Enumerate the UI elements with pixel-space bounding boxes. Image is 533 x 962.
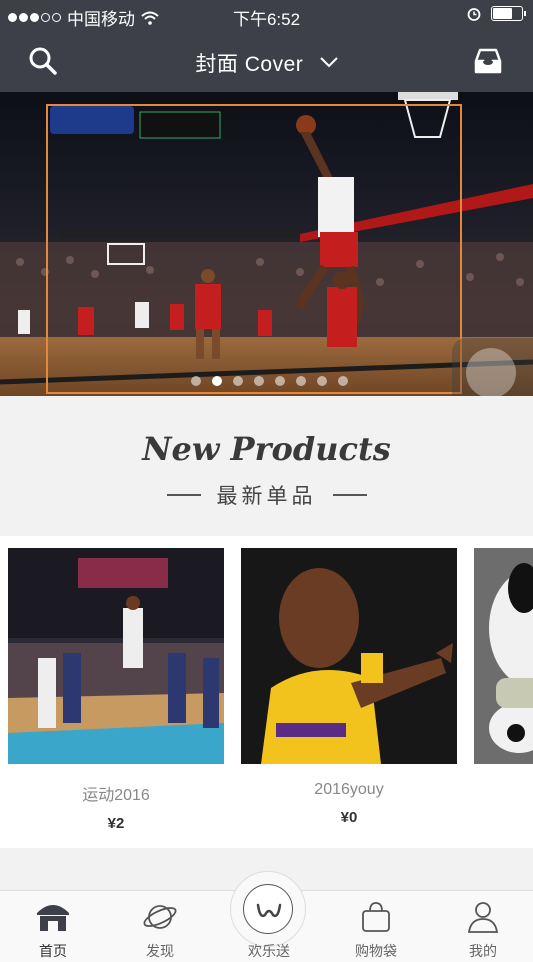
tab-label: 发现 [146,943,174,959]
divider-left [166,494,201,496]
product-price: ¥0 [340,809,358,826]
tab-bar: 首页 发现 欢乐送 购物袋 我的 [0,871,533,962]
product-card[interactable]: 2016youy ¥0 [241,548,457,826]
tab-label: 欢乐送 [248,943,290,959]
pager-dot[interactable] [296,376,306,386]
product-name: 汽车 [474,781,533,805]
product-card[interactable]: 汽车 [474,548,533,815]
alarm-icon [467,7,481,21]
product-card[interactable]: 运动2016 ¥2 [8,548,224,832]
pager-dot[interactable] [338,376,348,386]
pager-dot[interactable] [275,376,285,386]
inbox-icon[interactable] [473,46,503,76]
product-image [8,548,224,764]
tab-home[interactable]: 首页 [8,891,98,962]
section-subtitle: 最新单品 [216,485,317,508]
home-icon [37,905,69,931]
nav-title: 封面 Cover [195,53,304,76]
tab-huanlesong[interactable]: 欢乐送 [224,891,314,962]
header: 中国移动 下午6:52 封面 Cover [0,0,533,92]
product-image [474,548,533,764]
status-time: 下午6:52 [232,10,301,29]
banner-highlight-frame [46,104,462,394]
product-price: ¥2 [107,815,125,832]
status-bar: 中国移动 下午6:52 [0,0,533,30]
pager-dot[interactable] [212,376,222,386]
pager-dot[interactable] [191,376,201,386]
section-title: New Products [142,430,391,468]
tab-discover[interactable]: 发现 [115,891,205,962]
app-screen: 中国移动 下午6:52 封面 Cover New Products 最新单品 运… [0,0,533,962]
product-carousel[interactable]: 运动2016 ¥2 2016youy ¥0 [0,536,533,848]
tab-label: 我的 [469,943,497,959]
product-name: 2016youy [314,781,384,798]
pager-dot[interactable] [317,376,327,386]
section-subtitle-row: 最新单品 [0,480,533,510]
tab-label: 购物袋 [355,943,397,959]
product-image [241,548,457,764]
status-right [467,6,526,21]
planet-icon [143,905,177,929]
bag-icon [362,902,390,932]
product-name: 运动2016 [82,787,150,804]
new-products-header: New Products 最新单品 [0,396,533,536]
nav-title-button[interactable]: 封面 Cover [0,48,533,78]
nav-bar: 封面 Cover [0,30,533,92]
pager-dot[interactable] [233,376,243,386]
battery-icon [491,6,526,21]
pager-dot[interactable] [254,376,264,386]
tab-shopping-bag[interactable]: 购物袋 [331,891,421,962]
tab-mine[interactable]: 我的 [438,891,528,962]
user-icon [467,902,499,933]
divider-right [332,494,367,496]
tab-label: 首页 [39,943,67,959]
chevron-down-icon [319,57,338,68]
battery-fill [493,8,512,19]
